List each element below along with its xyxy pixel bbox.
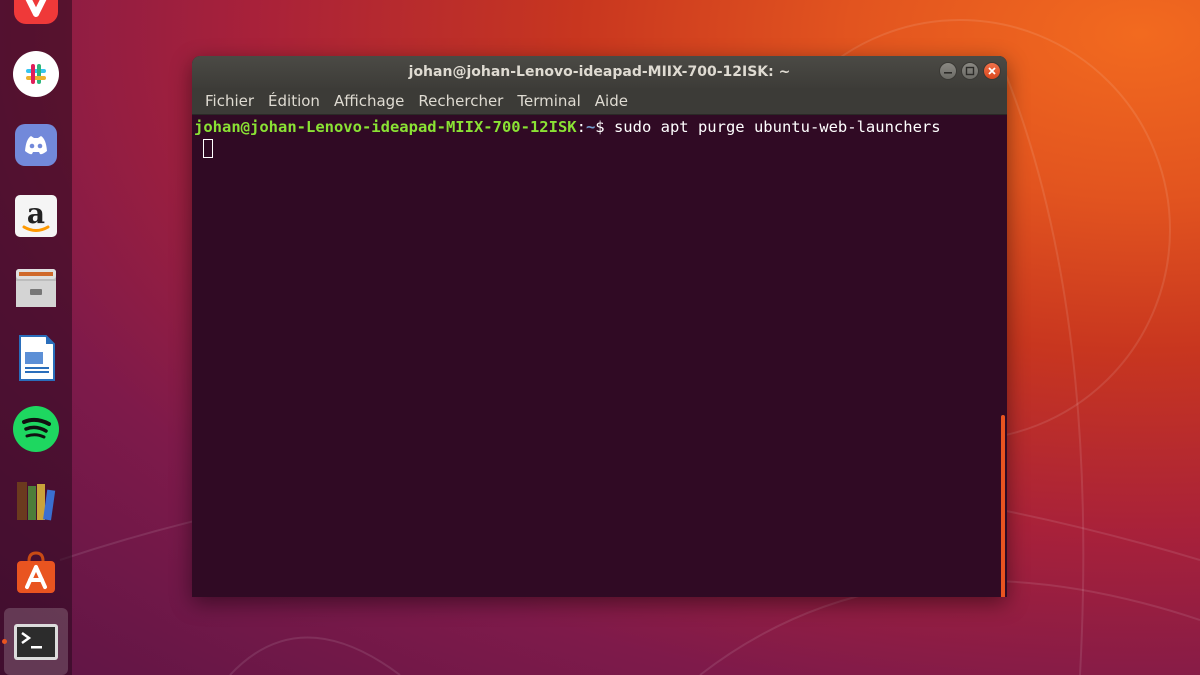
launcher-dock: a (0, 0, 72, 675)
command-text: sudo apt purge ubuntu-web-launchers (604, 118, 941, 136)
scrollbar[interactable] (1001, 415, 1005, 597)
dock-item-software-center[interactable] (4, 539, 68, 603)
window-controls (939, 62, 1001, 80)
prompt-symbol: $ (595, 118, 605, 136)
window-title: johan@johan-Lenovo-ideapad-MIIX-700-12IS… (408, 64, 791, 80)
command-line: johan@johan-Lenovo-ideapad-MIIX-700-12IS… (194, 117, 1005, 137)
prompt-separator: : (576, 118, 586, 136)
menu-rechercher[interactable]: Rechercher (411, 88, 510, 115)
title-bar[interactable]: johan@johan-Lenovo-ideapad-MIIX-700-12IS… (192, 56, 1007, 88)
dock-item-libreoffice-writer[interactable] (4, 326, 68, 390)
dock-item-files[interactable] (4, 255, 68, 319)
dock-item-spotify[interactable] (4, 397, 68, 461)
software-center-icon (17, 551, 55, 593)
amazon-icon: a (15, 195, 57, 237)
menu-affichage[interactable]: Affichage (327, 88, 411, 115)
menu-edition[interactable]: Édition (261, 88, 327, 115)
discord-icon (15, 124, 57, 166)
terminal-window: johan@johan-Lenovo-ideapad-MIIX-700-12IS… (192, 56, 1007, 597)
menu-bar: Fichier Édition Affichage Rechercher Ter… (192, 88, 1007, 115)
dock-item-amazon[interactable]: a (4, 184, 68, 248)
menu-terminal[interactable]: Terminal (510, 88, 587, 115)
libreoffice-writer-icon (19, 335, 55, 381)
slack-icon (13, 51, 59, 97)
dock-item-discord[interactable] (4, 113, 68, 177)
dock-item-terminal[interactable] (4, 608, 68, 675)
close-button[interactable] (983, 62, 1001, 80)
dock-item-vivaldi[interactable] (4, 0, 68, 34)
terminal-icon (14, 623, 58, 660)
terminal-area[interactable]: johan@johan-Lenovo-ideapad-MIIX-700-12IS… (192, 115, 1007, 597)
vivaldi-icon (14, 0, 58, 24)
maximize-button[interactable] (961, 62, 979, 80)
menu-fichier[interactable]: Fichier (198, 88, 261, 115)
prompt-path: ~ (585, 118, 596, 136)
menu-aide[interactable]: Aide (588, 88, 635, 115)
dock-item-calibre[interactable] (4, 468, 68, 532)
spotify-icon (13, 406, 59, 452)
running-indicator (2, 639, 7, 644)
text-cursor (203, 139, 213, 158)
files-icon (16, 269, 56, 307)
close-icon (988, 67, 996, 75)
dock-item-slack[interactable] (4, 42, 68, 106)
minimize-button[interactable] (939, 62, 957, 80)
calibre-icon (17, 482, 56, 521)
minimize-icon (944, 72, 952, 74)
maximize-icon (965, 66, 975, 76)
prompt-user: johan@johan-Lenovo-ideapad-MIIX-700-12IS… (194, 118, 577, 136)
svg-text:a: a (27, 197, 45, 230)
